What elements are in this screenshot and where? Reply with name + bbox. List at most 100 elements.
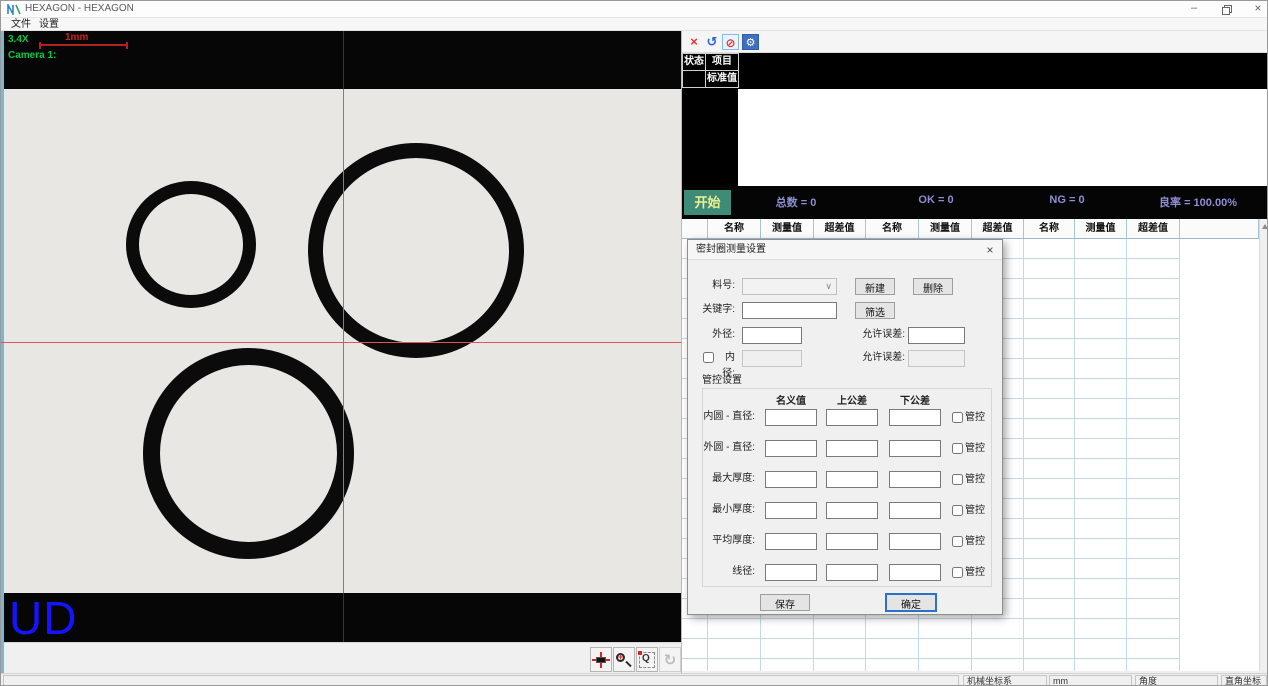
menu-settings[interactable]: 设置 — [35, 18, 63, 31]
filter-button[interactable]: 筛选 — [855, 302, 895, 319]
create-button[interactable]: 新建 — [855, 278, 895, 295]
save-button[interactable]: 保存 — [760, 594, 810, 611]
results-cell — [1075, 599, 1127, 619]
results-row[interactable] — [682, 659, 1259, 671]
block-icon[interactable]: ⊘ — [722, 34, 739, 50]
results-row[interactable] — [682, 639, 1259, 659]
results-column-header[interactable]: 超差值 — [972, 219, 1024, 238]
inner-diameter-checkbox[interactable] — [703, 352, 714, 363]
nominal-input[interactable] — [765, 533, 817, 550]
upper-tol-input[interactable] — [826, 564, 878, 581]
outer-diameter-input[interactable] — [742, 327, 802, 344]
status-section-coordsys: 机械坐标系 — [963, 675, 1047, 686]
outer-diameter-label: 外径: — [694, 327, 735, 343]
restore-button[interactable] — [1211, 1, 1241, 17]
part-no-label: 料号: — [694, 278, 735, 294]
dialog-title: 密封圈测量设置 — [688, 240, 1002, 260]
magnification-label: 3.4X — [8, 34, 29, 45]
results-cell — [919, 619, 972, 639]
results-cell — [1075, 359, 1127, 379]
delete-button[interactable]: 删除 — [913, 278, 953, 295]
upper-tol-input[interactable] — [826, 409, 878, 426]
reload-icon[interactable]: ↺ — [704, 34, 720, 50]
results-cell — [1127, 619, 1180, 639]
results-scrollbar[interactable] — [1259, 219, 1268, 671]
lower-tol-input[interactable] — [889, 440, 941, 457]
upper-tol-input[interactable] — [826, 533, 878, 550]
outer-tolerance-label: 允许误差: — [852, 327, 905, 343]
lower-tol-input[interactable] — [889, 471, 941, 488]
results-column-header[interactable]: 名称 — [866, 219, 919, 238]
results-column-header[interactable]: 测量值 — [1075, 219, 1127, 238]
results-column-header[interactable]: 名称 — [708, 219, 761, 238]
delete-item-icon[interactable]: × — [687, 34, 701, 50]
results-cell — [1024, 259, 1075, 279]
results-cell — [1127, 259, 1180, 279]
control-row-label: 内圆 - 直径: — [694, 409, 755, 425]
lower-tol-input[interactable] — [889, 564, 941, 581]
nominal-input[interactable] — [765, 471, 817, 488]
inner-diameter-input[interactable] — [742, 350, 802, 367]
zoom-in-button[interactable]: + — [613, 647, 635, 672]
control-row-label: 线径: — [694, 564, 755, 580]
results-cell — [1024, 459, 1075, 479]
results-cell — [1075, 559, 1127, 579]
control-checkbox[interactable] — [952, 536, 963, 547]
status-column-header: 状态 — [682, 53, 706, 71]
direction-watermark: UD — [9, 595, 77, 641]
control-checkbox[interactable] — [952, 474, 963, 485]
results-column-header[interactable]: 测量值 — [761, 219, 814, 238]
nominal-input[interactable] — [765, 564, 817, 581]
results-cell — [1127, 299, 1180, 319]
menu-file[interactable]: 文件 — [7, 18, 35, 31]
results-cell — [1024, 559, 1075, 579]
nominal-input[interactable] — [765, 440, 817, 457]
part-no-select[interactable]: ∨ — [742, 278, 837, 295]
results-column-header-empty[interactable] — [682, 219, 708, 238]
settings-gear-icon[interactable]: ⚙ — [742, 34, 759, 50]
upper-tol-column-header: 上公差 — [837, 392, 867, 407]
nominal-input[interactable] — [765, 409, 817, 426]
results-column-header[interactable]: 超差值 — [1127, 219, 1180, 238]
results-cell — [866, 619, 919, 639]
results-cell — [1024, 239, 1075, 259]
start-button[interactable]: 开始 — [684, 190, 731, 215]
scroll-up-icon[interactable] — [1262, 224, 1268, 229]
close-button[interactable]: × — [1243, 1, 1268, 17]
dialog-close-button[interactable]: × — [982, 242, 998, 258]
results-column-header[interactable]: 名称 — [1024, 219, 1075, 238]
nominal-input[interactable] — [765, 502, 817, 519]
results-cell — [1127, 359, 1180, 379]
control-checkbox[interactable] — [952, 505, 963, 516]
lower-tol-input[interactable] — [889, 533, 941, 550]
standard-value-header: 标准值 — [705, 70, 739, 88]
outer-tolerance-input[interactable] — [908, 327, 965, 344]
zoom-region-button[interactable]: Q — [636, 647, 658, 672]
ring-small — [126, 181, 256, 308]
ok-button[interactable]: 确定 — [885, 593, 937, 612]
crosshair-vertical-bottom — [343, 593, 344, 642]
minimize-button[interactable]: – — [1179, 1, 1209, 17]
control-checkbox[interactable] — [952, 412, 963, 423]
upper-tol-input[interactable] — [826, 471, 878, 488]
results-column-header[interactable]: 测量值 — [919, 219, 972, 238]
stage-center-button[interactable] — [590, 647, 612, 672]
results-row[interactable] — [682, 619, 1259, 639]
results-cell — [682, 639, 708, 659]
results-column-header-empty[interactable] — [1180, 219, 1259, 238]
upper-tol-input[interactable] — [826, 440, 878, 457]
results-cell — [814, 639, 866, 659]
lower-tol-input[interactable] — [889, 409, 941, 426]
inner-tolerance-input[interactable] — [908, 350, 965, 367]
results-cell — [1075, 399, 1127, 419]
results-column-header[interactable]: 超差值 — [814, 219, 866, 238]
keyword-input[interactable] — [742, 302, 837, 319]
window-title: HEXAGON - HEXAGON — [25, 3, 134, 14]
refresh-view-button[interactable]: ↻ — [659, 647, 681, 672]
upper-tol-input[interactable] — [826, 502, 878, 519]
scale-bar-right-tick — [126, 42, 128, 49]
control-checkbox[interactable] — [952, 567, 963, 578]
control-checkbox[interactable] — [952, 443, 963, 454]
results-cell — [1075, 279, 1127, 299]
lower-tol-input[interactable] — [889, 502, 941, 519]
